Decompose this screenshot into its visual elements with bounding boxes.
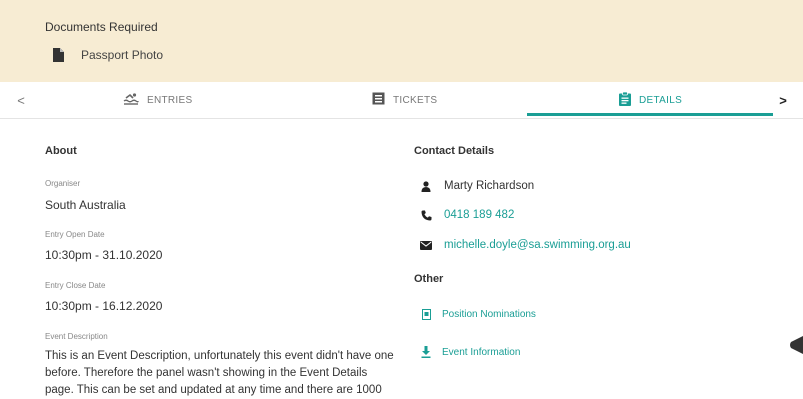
side-handle[interactable]	[789, 336, 803, 354]
tab-tickets[interactable]: TICKETS	[372, 82, 437, 118]
ticket-icon	[372, 92, 385, 108]
tab-details-label: DETAILS	[639, 94, 683, 106]
tab-scroll-left-button[interactable]: <	[8, 82, 34, 118]
document-item-passport-photo: Passport Photo	[53, 48, 163, 62]
entry-close-date-value: 10:30pm - 16.12.2020	[45, 299, 163, 313]
envelope-icon	[419, 240, 433, 250]
documents-required-banner: Documents Required Passport Photo	[0, 0, 803, 82]
event-information-label: Event Information	[442, 346, 521, 358]
position-nominations-label: Position Nominations	[442, 309, 536, 320]
download-icon	[419, 346, 433, 358]
event-information-link[interactable]: Event Information	[419, 346, 520, 358]
contact-phone-row[interactable]: 0418 189 482	[419, 209, 514, 221]
active-tab-indicator	[527, 113, 773, 116]
entry-close-date-label: Entry Close Date	[45, 281, 106, 290]
other-title: Other	[414, 273, 444, 285]
documents-required-title: Documents Required	[45, 20, 158, 34]
document-icon	[419, 309, 433, 320]
contact-name: Marty Richardson	[444, 180, 535, 192]
contact-name-row: Marty Richardson	[419, 180, 534, 192]
contact-phone-link[interactable]: 0418 189 482	[444, 209, 514, 221]
contact-email-row[interactable]: michelle.doyle@sa.swimming.org.au	[419, 239, 631, 251]
entry-open-date-value: 10:30pm - 31.10.2020	[45, 248, 163, 262]
event-description-text: This is an Event Description, unfortunat…	[45, 350, 394, 396]
file-icon	[53, 48, 64, 62]
contact-email-link[interactable]: michelle.doyle@sa.swimming.org.au	[444, 239, 631, 251]
tab-entries[interactable]: ENTRIES	[123, 82, 192, 118]
tab-tickets-label: TICKETS	[393, 94, 438, 106]
person-icon	[419, 180, 433, 192]
tab-entries-label: ENTRIES	[147, 94, 193, 106]
entry-open-date-label: Entry Open Date	[45, 230, 105, 239]
event-description-label: Event Description	[45, 332, 108, 341]
contact-details-title: Contact Details	[414, 145, 495, 157]
clipboard-icon	[619, 91, 631, 109]
organiser-label: Organiser	[45, 179, 81, 188]
swimmer-icon	[123, 92, 139, 109]
phone-icon	[419, 210, 433, 221]
position-nominations-link[interactable]: Position Nominations	[419, 309, 536, 320]
organiser-value: South Australia	[45, 198, 126, 212]
tab-scroll-right-button[interactable]: >	[770, 82, 796, 118]
about-title: About	[45, 145, 77, 157]
document-item-label: Passport Photo	[81, 48, 164, 62]
